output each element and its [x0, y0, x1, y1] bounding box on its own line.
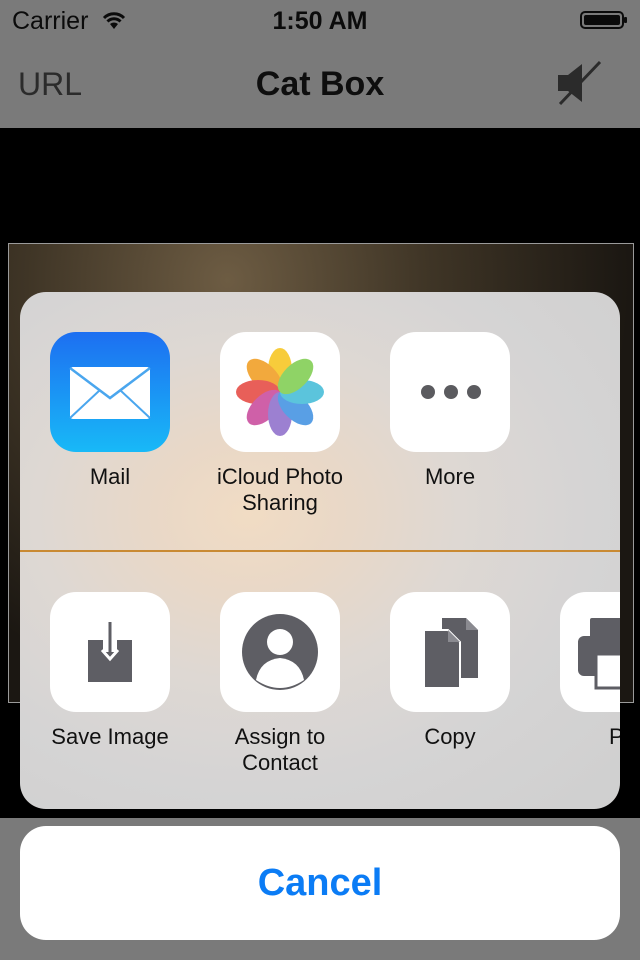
contact-icon[interactable] — [220, 592, 340, 712]
action-copy[interactable]: Copy — [365, 592, 535, 750]
action-save-image[interactable]: Save Image — [25, 592, 195, 750]
more-label: More — [424, 464, 476, 489]
navigation-bar: URL Cat Box — [0, 40, 640, 129]
cancel-button[interactable]: Cancel — [20, 826, 620, 940]
save-image-icon[interactable] — [50, 592, 170, 712]
mail-label: Mail — [89, 464, 131, 489]
save-image-label: Save Image — [51, 724, 169, 749]
status-bar: Carrier 1:50 AM — [0, 0, 640, 40]
icloud-photo-sharing-label: iCloud Photo Sharing — [217, 464, 343, 515]
action-assign-to-contact[interactable]: Assign to Contact — [195, 592, 365, 776]
share-sheet: Mail iCloud Photo Sharing More Save Imag… — [20, 292, 620, 809]
copy-label: Copy — [424, 724, 476, 749]
action-print[interactable]: Pr — [535, 592, 620, 750]
share-app-mail[interactable]: Mail — [25, 332, 195, 490]
copy-icon[interactable] — [390, 592, 510, 712]
page-title: Cat Box — [255, 65, 385, 103]
mail-icon[interactable] — [50, 332, 170, 452]
status-time: 1:50 AM — [272, 7, 368, 35]
battery-icon — [580, 11, 627, 29]
print-label: Pr — [609, 724, 620, 749]
section-divider — [20, 550, 620, 552]
more-icon[interactable] — [390, 332, 510, 452]
mute-icon[interactable] — [554, 58, 606, 108]
share-app-icloud-photo-sharing[interactable]: iCloud Photo Sharing — [195, 332, 365, 516]
assign-to-contact-label: Assign to Contact — [234, 724, 326, 775]
photos-icon[interactable] — [220, 332, 340, 452]
share-app-more[interactable]: More — [365, 332, 535, 490]
print-icon[interactable] — [560, 592, 620, 712]
